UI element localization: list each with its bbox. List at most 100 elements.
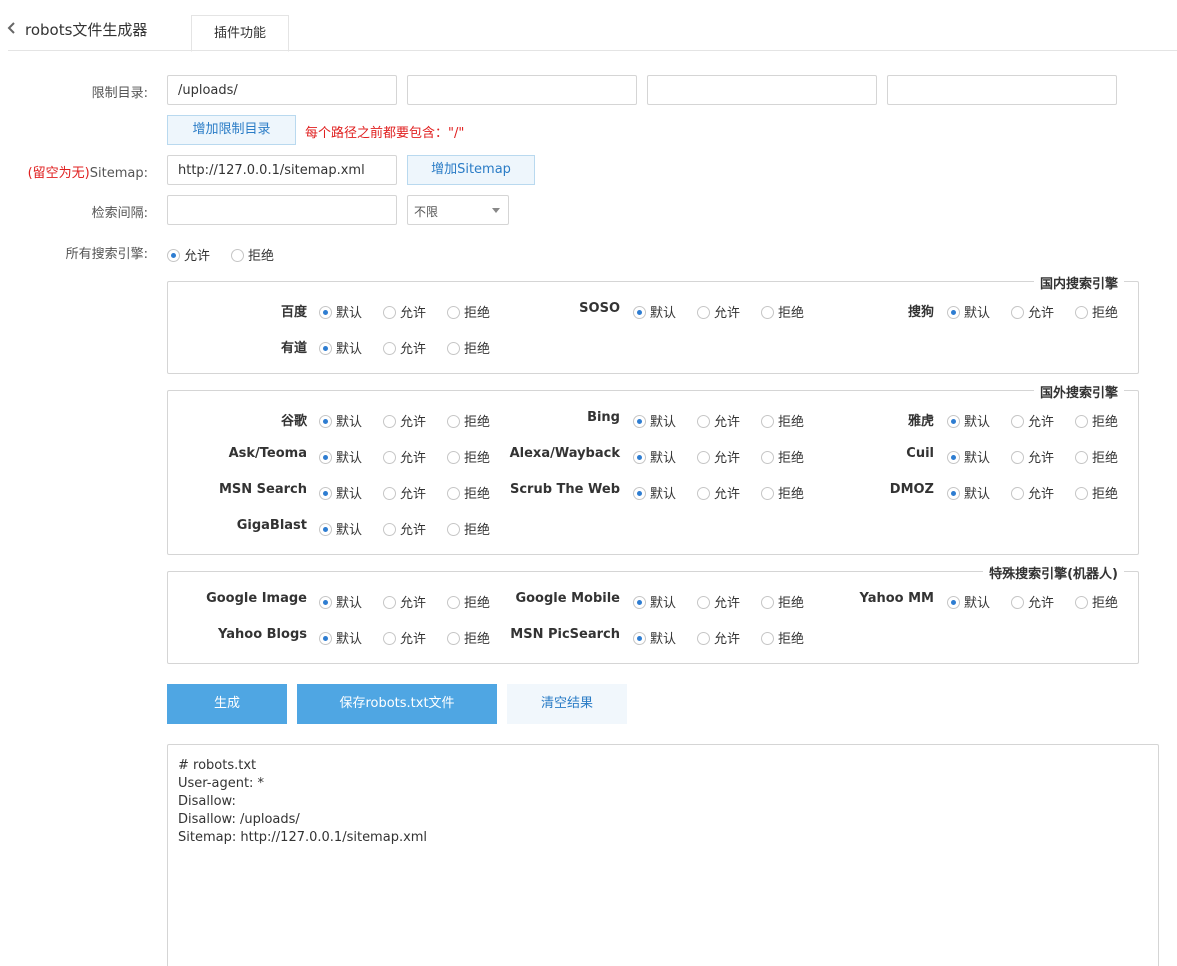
engine-option-deny[interactable]: 拒绝: [447, 519, 490, 538]
interval-select[interactable]: 不限: [407, 195, 509, 225]
engine-option-deny[interactable]: 拒绝: [1075, 411, 1118, 430]
radio-deny[interactable]: [447, 487, 460, 500]
radio-default[interactable]: [633, 415, 646, 428]
radio-default[interactable]: [633, 487, 646, 500]
engine-option-deny[interactable]: 拒绝: [761, 447, 804, 466]
engine-option-allow[interactable]: 允许: [383, 302, 426, 321]
save-robots-button[interactable]: 保存robots.txt文件: [297, 684, 497, 724]
engine-option-allow[interactable]: 允许: [383, 411, 426, 430]
radio-deny[interactable]: [447, 342, 460, 355]
radio-default[interactable]: [633, 451, 646, 464]
engine-option-allow[interactable]: 允许: [697, 447, 740, 466]
engine-option-allow[interactable]: 允许: [697, 628, 740, 647]
radio-default[interactable]: [319, 596, 332, 609]
radio-default[interactable]: [319, 632, 332, 645]
radio-default[interactable]: [319, 415, 332, 428]
radio-allow[interactable]: [383, 306, 396, 319]
engine-option-deny[interactable]: 拒绝: [761, 411, 804, 430]
radio-allow[interactable]: [1011, 596, 1024, 609]
engine-option-default[interactable]: 默认: [319, 411, 362, 430]
engine-option-deny[interactable]: 拒绝: [761, 592, 804, 611]
radio-deny[interactable]: [447, 596, 460, 609]
engine-option-allow[interactable]: 允许: [383, 447, 426, 466]
radio-deny[interactable]: [447, 523, 460, 536]
restrict-dir-input-1[interactable]: [167, 75, 397, 105]
engine-option-allow[interactable]: 允许: [383, 592, 426, 611]
radio-allow[interactable]: [697, 451, 710, 464]
radio-default[interactable]: [947, 596, 960, 609]
radio-allow[interactable]: [167, 249, 180, 262]
restrict-dir-input-2[interactable]: [407, 75, 637, 105]
radio-deny[interactable]: [231, 249, 244, 262]
radio-default[interactable]: [947, 415, 960, 428]
engine-option-deny[interactable]: 拒绝: [447, 592, 490, 611]
engine-option-default[interactable]: 默认: [633, 447, 676, 466]
radio-default[interactable]: [319, 487, 332, 500]
restrict-dir-input-4[interactable]: [887, 75, 1117, 105]
engine-option-default[interactable]: 默认: [319, 592, 362, 611]
engine-option-allow[interactable]: 允许: [383, 338, 426, 357]
engine-option-default[interactable]: 默认: [947, 302, 990, 321]
engine-option-default[interactable]: 默认: [319, 483, 362, 502]
engine-option-default[interactable]: 默认: [947, 411, 990, 430]
generate-button[interactable]: 生成: [167, 684, 287, 724]
radio-allow[interactable]: [383, 342, 396, 355]
radio-deny[interactable]: [447, 415, 460, 428]
radio-allow[interactable]: [697, 306, 710, 319]
engine-option-default[interactable]: 默认: [319, 302, 362, 321]
radio-deny[interactable]: [761, 487, 774, 500]
engine-option-default[interactable]: 默认: [947, 483, 990, 502]
engine-option-deny[interactable]: 拒绝: [447, 483, 490, 502]
engine-option-default[interactable]: 默认: [633, 483, 676, 502]
robots-output[interactable]: [167, 744, 1159, 966]
engine-option-deny[interactable]: 拒绝: [447, 338, 490, 357]
radio-default[interactable]: [319, 306, 332, 319]
engine-option-default[interactable]: 默认: [319, 447, 362, 466]
radio-allow[interactable]: [697, 487, 710, 500]
engine-option-allow[interactable]: 允许: [1011, 411, 1054, 430]
radio-allow[interactable]: [383, 632, 396, 645]
radio-allow[interactable]: [697, 632, 710, 645]
add-sitemap-button[interactable]: 增加Sitemap: [407, 155, 535, 185]
engine-option-allow[interactable]: 允许: [697, 592, 740, 611]
radio-allow[interactable]: [383, 451, 396, 464]
radio-allow[interactable]: [1011, 306, 1024, 319]
restrict-dir-input-3[interactable]: [647, 75, 877, 105]
radio-default[interactable]: [947, 487, 960, 500]
engine-option-allow[interactable]: 允许: [383, 628, 426, 647]
engine-option-deny[interactable]: 拒绝: [1075, 592, 1118, 611]
radio-deny[interactable]: [761, 415, 774, 428]
radio-default[interactable]: [633, 596, 646, 609]
engine-option-deny[interactable]: 拒绝: [1075, 483, 1118, 502]
radio-allow[interactable]: [1011, 487, 1024, 500]
engine-option-allow[interactable]: 允许: [1011, 592, 1054, 611]
radio-deny[interactable]: [1075, 415, 1088, 428]
radio-allow[interactable]: [1011, 451, 1024, 464]
engine-option-allow[interactable]: 允许: [697, 411, 740, 430]
engine-option-deny[interactable]: 拒绝: [761, 302, 804, 321]
engine-option-deny[interactable]: 拒绝: [1075, 302, 1118, 321]
radio-default[interactable]: [633, 632, 646, 645]
engine-option-default[interactable]: 默认: [319, 628, 362, 647]
engine-option-deny[interactable]: 拒绝: [1075, 447, 1118, 466]
engine-option-default[interactable]: 默认: [633, 302, 676, 321]
engine-option-deny[interactable]: 拒绝: [447, 628, 490, 647]
radio-deny[interactable]: [1075, 451, 1088, 464]
radio-deny[interactable]: [761, 306, 774, 319]
radio-allow[interactable]: [1011, 415, 1024, 428]
engine-option-default[interactable]: 默认: [319, 338, 362, 357]
engine-option-default[interactable]: 默认: [947, 447, 990, 466]
engine-option-default[interactable]: 默认: [633, 411, 676, 430]
radio-deny[interactable]: [1075, 487, 1088, 500]
radio-deny[interactable]: [447, 632, 460, 645]
interval-input[interactable]: [167, 195, 397, 225]
engine-option-allow[interactable]: 允许: [383, 519, 426, 538]
radio-deny[interactable]: [761, 451, 774, 464]
radio-allow[interactable]: [697, 596, 710, 609]
radio-default[interactable]: [319, 342, 332, 355]
engine-option-default[interactable]: 默认: [633, 592, 676, 611]
radio-allow[interactable]: [697, 415, 710, 428]
radio-allow[interactable]: [383, 487, 396, 500]
radio-deny[interactable]: [761, 596, 774, 609]
all-engines-allow-option[interactable]: 允许: [167, 245, 210, 264]
